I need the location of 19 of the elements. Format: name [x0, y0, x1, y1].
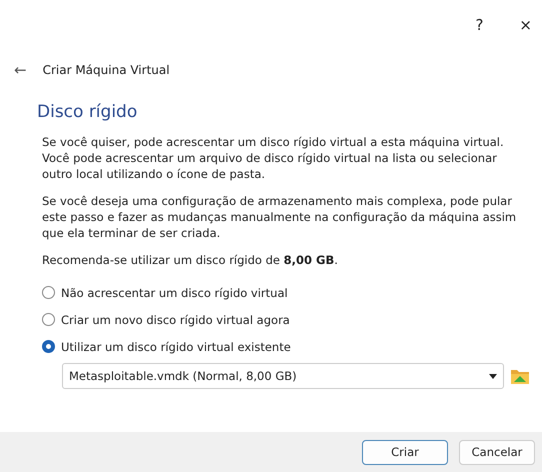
dialog-button[interactable]: Cancelar: [459, 440, 535, 464]
description-text: Se você quiser, pode acrescentar um disco rígido virtual a esta máquina virtual. Você pode acrescentar um arquivo de disco rígido virtual na lista ou selecionar outro local utilizando o ícone de pasta.: [42, 134, 505, 182]
option-label[interactable]: Utilizar um disco rígido virtual existente: [61, 340, 291, 354]
help-button[interactable]: ?: [471, 12, 488, 38]
dialog-button[interactable]: Criar: [362, 440, 448, 464]
radio-button[interactable]: [42, 340, 55, 353]
page-heading: Disco rígido: [37, 102, 138, 122]
description-text: Se você deseja uma configuração de armazenamento mais complexa, pode pular este passo e fazer as mudanças manualmente na configuração da máquina assim que ela terminar de ser criada.: [42, 193, 518, 241]
radio-button[interactable]: [42, 313, 55, 326]
description-text: Recomenda-se utilizar um disco rígido de 8,00 GB.: [42, 252, 339, 268]
option-label[interactable]: Não acrescentar um disco rígido virtual: [61, 286, 288, 300]
close-button[interactable]: ×: [515, 12, 536, 38]
disk-dropdown[interactable]: Metasploitable.vmdk (Normal, 8,00 GB): [62, 363, 504, 389]
folder-icon[interactable]: [510, 367, 530, 385]
wizard-title: Criar Máquina Virtual: [42, 63, 170, 77]
option-label[interactable]: Criar um novo disco rígido virtual agora: [61, 312, 290, 326]
radio-button[interactable]: [42, 286, 55, 299]
dropdown-arrow-icon: [489, 374, 497, 378]
back-button[interactable]: ←: [14, 61, 27, 79]
